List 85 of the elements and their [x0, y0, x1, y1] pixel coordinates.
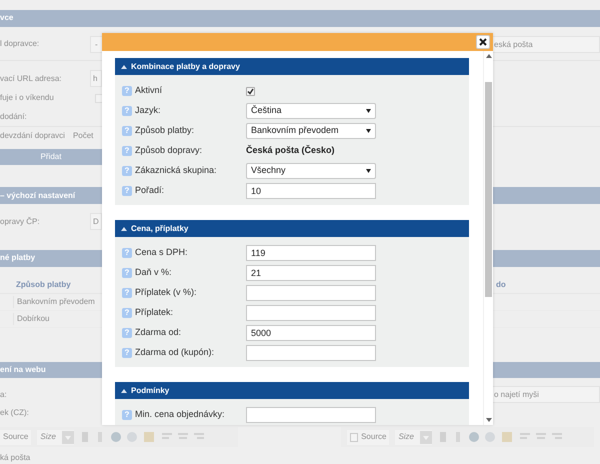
field-label: Příplatek:: [135, 306, 174, 320]
column-header: devzdání dopravci: [0, 130, 65, 142]
collapse-icon: [121, 226, 127, 230]
field-label: l dopravce:: [0, 38, 40, 50]
collapse-icon: [121, 64, 127, 68]
section-title: Kombinace platby a dopravy: [131, 60, 240, 72]
close-button[interactable]: [476, 35, 490, 49]
field-label: Daň v %:: [135, 266, 172, 280]
section-title: vce: [0, 12, 14, 24]
caret-icon: [366, 109, 371, 113]
input-field[interactable]: 21: [246, 265, 376, 281]
size-dropdown[interactable]: Size: [37, 430, 74, 445]
field-label: Příplatek (v %):: [135, 286, 197, 300]
url-field[interactable]: h: [90, 70, 102, 88]
input-field[interactable]: 119: [246, 245, 376, 261]
help-icon[interactable]: ?: [122, 288, 132, 298]
help-icon[interactable]: ?: [122, 146, 132, 156]
field-label: Zákaznická skupina:: [135, 164, 217, 178]
section-title: – výchozí nastavení: [0, 190, 76, 202]
input-field[interactable]: 10: [246, 183, 376, 199]
field-label: Způsob platby:: [135, 124, 194, 138]
help-icon[interactable]: ?: [122, 248, 132, 258]
field-label: Cena s DPH:: [135, 246, 188, 260]
field-value: Česká pošta (Česko): [246, 144, 335, 158]
collapse-icon: [121, 388, 127, 392]
scroll-up-icon[interactable]: [486, 54, 492, 58]
input-field[interactable]: [246, 305, 376, 321]
table-cell: Bankovním převodem: [13, 296, 95, 308]
help-icon[interactable]: ?: [122, 126, 132, 136]
section-title: Podmínky: [131, 384, 170, 396]
field-label: Aktivní: [135, 84, 162, 98]
field-label: fuje i o víkendu: [0, 92, 55, 104]
caret-icon: [62, 430, 74, 444]
field-label: Pořadí:: [135, 184, 164, 198]
column-header: Způsob platby: [16, 278, 71, 291]
field-label: Zdarma od (kupón):: [135, 346, 214, 360]
section-title: né platby: [0, 252, 36, 264]
scrollbar[interactable]: [483, 51, 493, 425]
help-icon[interactable]: ?: [122, 308, 132, 318]
help-icon[interactable]: ?: [122, 86, 132, 96]
field-label: a:: [0, 388, 7, 401]
help-icon[interactable]: ?: [122, 348, 132, 358]
add-button[interactable]: Přidat: [0, 149, 102, 166]
section-title: ení na webu: [0, 364, 46, 376]
column-header: Počet: [72, 130, 94, 142]
section-title: Cena, příplatky: [131, 222, 188, 234]
input-field[interactable]: [246, 407, 376, 423]
input-field[interactable]: 5000: [246, 325, 376, 341]
caret-icon: [366, 129, 371, 133]
field-label: dodání:: [0, 111, 27, 124]
field-label: opravy ČP:: [0, 216, 41, 228]
select-field[interactable]: Bankovním převodem: [246, 123, 376, 139]
input-field[interactable]: [246, 345, 376, 361]
checkbox[interactable]: [246, 86, 255, 96]
select-field[interactable]: D: [90, 213, 102, 230]
source-button[interactable]: Source: [347, 430, 390, 445]
field-label: ek (CZ):: [0, 407, 29, 420]
scroll-down-icon[interactable]: [486, 418, 492, 422]
field-label: Min. cena objednávky:: [135, 408, 225, 422]
field-label: vací URL adresa:: [0, 72, 63, 85]
section-header[interactable]: Cena, příplatky: [115, 220, 469, 237]
field-label: Jazyk:: [135, 104, 161, 118]
caret-icon: [366, 169, 371, 173]
input-field[interactable]: [246, 285, 376, 301]
section-header[interactable]: Podmínky: [115, 382, 469, 399]
help-icon[interactable]: ?: [122, 410, 132, 420]
table-cell: Dobírkou: [13, 312, 50, 325]
close-icon: [479, 38, 487, 46]
source-button[interactable]: Source: [0, 430, 32, 445]
document-icon: [350, 432, 358, 442]
help-icon[interactable]: ?: [122, 268, 132, 278]
section-header[interactable]: Kombinace platby a dopravy: [115, 58, 469, 75]
caret-icon: [420, 430, 432, 444]
size-dropdown[interactable]: Size: [395, 430, 432, 445]
select-field[interactable]: Všechny: [246, 163, 376, 179]
help-icon[interactable]: ?: [122, 186, 132, 196]
editor-text: ká pošta: [0, 452, 30, 464]
scrollbar-thumb[interactable]: [485, 82, 492, 297]
help-icon[interactable]: ?: [122, 106, 132, 116]
help-icon[interactable]: ?: [122, 166, 132, 176]
select-field[interactable]: Čeština: [246, 103, 376, 119]
column-header: do: [496, 278, 506, 291]
field-label: Způsob dopravy:: [135, 144, 202, 158]
field-label: Zdarma od:: [135, 326, 182, 340]
help-icon[interactable]: ?: [122, 328, 132, 338]
